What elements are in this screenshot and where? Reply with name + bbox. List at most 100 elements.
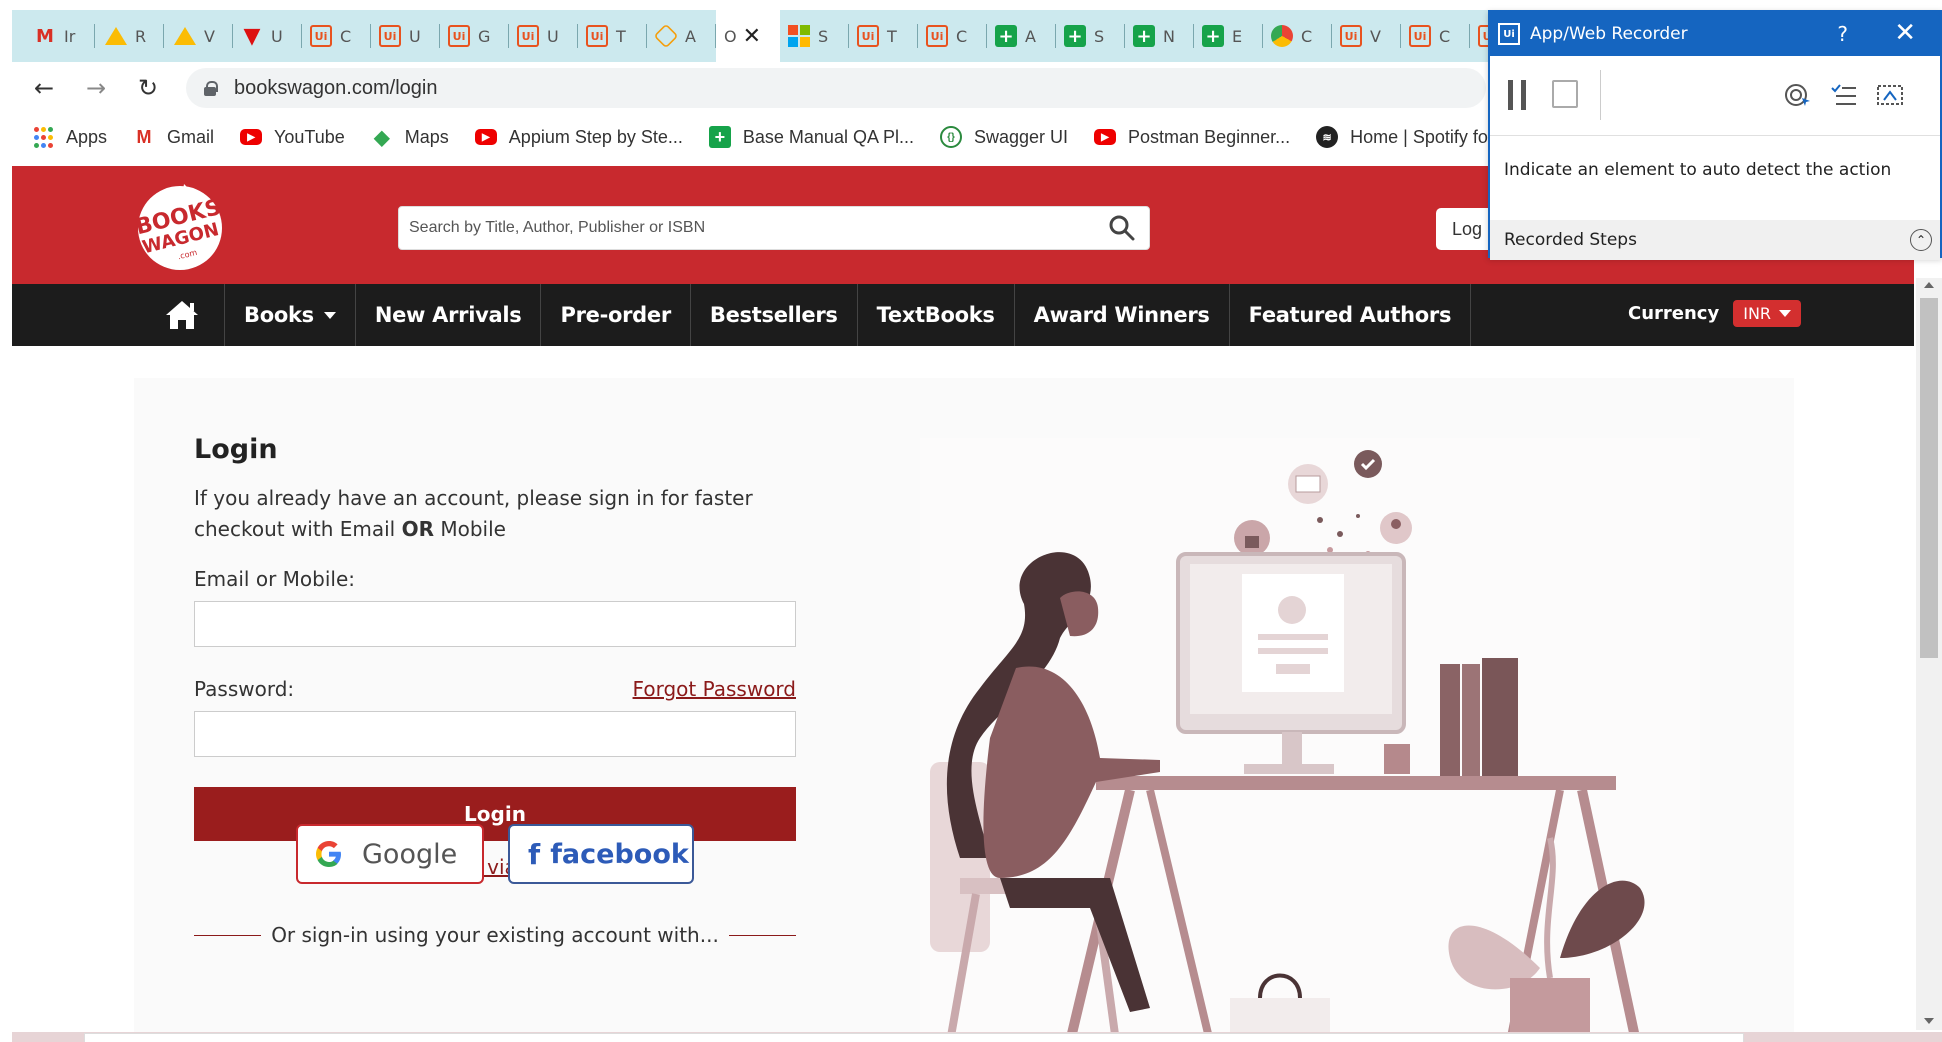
- screen-capture-icon[interactable]: [1876, 82, 1904, 108]
- page-scrollbar[interactable]: [1916, 278, 1942, 1030]
- browser-tab-label: U: [271, 26, 283, 46]
- toolbar-separator: [1600, 70, 1601, 120]
- browser-tab-label: S: [1094, 26, 1105, 46]
- bookswagon-logo[interactable]: BOOKS WAGON .com: [132, 180, 244, 272]
- maps-icon: ◆: [374, 126, 390, 149]
- close-tab-icon[interactable]: ✕: [743, 24, 761, 49]
- bookmark-label: Gmail: [167, 126, 215, 147]
- nav-books-label: Books: [244, 303, 314, 327]
- social-divider: Or sign-in using your existing account w…: [194, 923, 796, 947]
- nav-bestsellers[interactable]: Bestsellers: [691, 284, 858, 346]
- browser-tab-label: V: [204, 26, 215, 46]
- browser-tab-label: O: [724, 26, 737, 46]
- google-sheets-icon: +: [995, 25, 1017, 47]
- browser-tab[interactable]: Ui T: [578, 10, 647, 62]
- bookmark-item[interactable]: ▶ Appium Step by Ste...: [474, 127, 683, 148]
- bookmark-item[interactable]: Apps: [32, 126, 107, 148]
- browser-tab-label: U: [409, 26, 421, 46]
- browser-tab[interactable]: Ui V: [1332, 10, 1401, 62]
- bookmark-item[interactable]: {} Swagger UI: [939, 126, 1068, 148]
- browser-tab[interactable]: S: [780, 10, 849, 62]
- nav-featured-authors[interactable]: Featured Authors: [1230, 284, 1472, 346]
- google-sheets-icon: +: [708, 126, 731, 148]
- google-drive-icon: [105, 27, 127, 45]
- uipath-icon: Ui: [857, 25, 879, 47]
- browser-tab-label: R: [135, 26, 147, 46]
- browser-tab-label: A: [1025, 26, 1036, 46]
- forward-button[interactable]: →: [76, 68, 116, 108]
- close-button[interactable]: ✕: [1894, 18, 1916, 48]
- bookmark-item[interactable]: ▶ Postman Beginner...: [1094, 127, 1290, 148]
- home-link[interactable]: [148, 284, 225, 346]
- bookmark-item[interactable]: + Base Manual QA Pl...: [708, 126, 914, 148]
- browser-tab[interactable]: R: [95, 10, 164, 62]
- uipath-icon: Ui: [448, 25, 470, 47]
- pause-icon[interactable]: [1508, 80, 1526, 110]
- browser-tab[interactable]: + N: [1125, 10, 1194, 62]
- browser-tab[interactable]: Ui U: [371, 10, 440, 62]
- currency-dropdown[interactable]: INR: [1733, 300, 1802, 327]
- recorder-toolbar: [1490, 56, 1940, 136]
- nav-preorder[interactable]: Pre-order: [541, 284, 691, 346]
- divider-line: [728, 934, 796, 936]
- help-button[interactable]: ?: [1837, 22, 1848, 46]
- google-signin-button[interactable]: Google: [296, 824, 484, 884]
- nav-textbooks[interactable]: TextBooks: [858, 284, 1015, 346]
- browser-tab[interactable]: Ui C: [302, 10, 371, 62]
- nav-award-winners[interactable]: Award Winners: [1015, 284, 1230, 346]
- scrollbar-thumb[interactable]: [1920, 298, 1938, 658]
- url-field[interactable]: bookswagon.com/login: [186, 68, 1486, 108]
- browser-tab-label: G: [478, 26, 491, 46]
- scroll-down-icon[interactable]: [1924, 1018, 1934, 1024]
- browser-tab[interactable]: Ui G: [440, 10, 509, 62]
- browser-tab[interactable]: + E: [1194, 10, 1263, 62]
- browser-tab[interactable]: A: [647, 10, 716, 62]
- email-field[interactable]: [194, 601, 796, 647]
- browser-tab[interactable]: M Ir: [26, 10, 95, 62]
- browser-tab-label: E: [1232, 26, 1243, 46]
- bookmark-item[interactable]: M Gmail: [133, 126, 215, 148]
- home-icon: [166, 301, 198, 329]
- browser-tab[interactable]: Ui C: [1401, 10, 1470, 62]
- bookmark-item[interactable]: ◆ Maps: [371, 126, 449, 149]
- recorded-steps-header[interactable]: Recorded Steps ⌃: [1490, 220, 1940, 260]
- browser-tab[interactable]: ▼ U: [233, 10, 302, 62]
- recorder-hint: Indicate an element to auto detect the a…: [1504, 160, 1892, 180]
- login-button[interactable]: Login: [194, 787, 796, 841]
- browser-tab[interactable]: + A: [987, 10, 1056, 62]
- uipath-icon: Ui: [1498, 23, 1520, 45]
- bookmark-label: Postman Beginner...: [1128, 126, 1291, 147]
- google-drive-icon: [174, 27, 196, 45]
- browser-tab[interactable]: + S: [1056, 10, 1125, 62]
- browser-tab[interactable]: C: [1263, 10, 1332, 62]
- browser-tab-label: C: [1439, 26, 1451, 46]
- email-label: Email or Mobile:: [194, 567, 356, 591]
- save-icon[interactable]: [1552, 80, 1578, 108]
- facebook-f-icon: f: [528, 837, 541, 871]
- back-button[interactable]: ←: [24, 68, 64, 108]
- chevron-up-icon[interactable]: ⌃: [1910, 229, 1932, 251]
- url-text: bookswagon.com/login: [234, 76, 438, 99]
- spotify-icon: ≋: [1316, 126, 1339, 148]
- facebook-signin-button[interactable]: f facebook: [508, 824, 694, 884]
- steps-list-icon[interactable]: [1830, 82, 1858, 108]
- browser-tab[interactable]: V: [164, 10, 233, 62]
- browser-tab-label: C: [956, 26, 968, 46]
- reload-button[interactable]: ↻: [128, 68, 168, 108]
- forgot-password-link[interactable]: Forgot Password: [633, 677, 796, 701]
- search-input[interactable]: Search by Title, Author, Publisher or IS…: [398, 206, 1150, 250]
- login-via-otp-link: Login via OTP: [194, 855, 796, 879]
- target-icon[interactable]: [1784, 82, 1812, 108]
- nav-books[interactable]: Books: [225, 284, 356, 346]
- scroll-up-icon[interactable]: [1924, 282, 1934, 288]
- browser-tab[interactable]: Ui C: [918, 10, 987, 62]
- password-field[interactable]: [194, 711, 796, 757]
- bookmark-item[interactable]: ≋ Home | Spotify for...: [1316, 126, 1508, 148]
- recorded-steps-label: Recorded Steps: [1504, 230, 1637, 250]
- bookmark-item[interactable]: ▶ YouTube: [240, 127, 345, 148]
- search-icon[interactable]: [1109, 215, 1135, 241]
- browser-tab[interactable]: O ✕: [716, 10, 780, 62]
- nav-new-arrivals[interactable]: New Arrivals: [356, 284, 542, 346]
- browser-tab[interactable]: Ui U: [509, 10, 578, 62]
- browser-tab[interactable]: Ui T: [849, 10, 918, 62]
